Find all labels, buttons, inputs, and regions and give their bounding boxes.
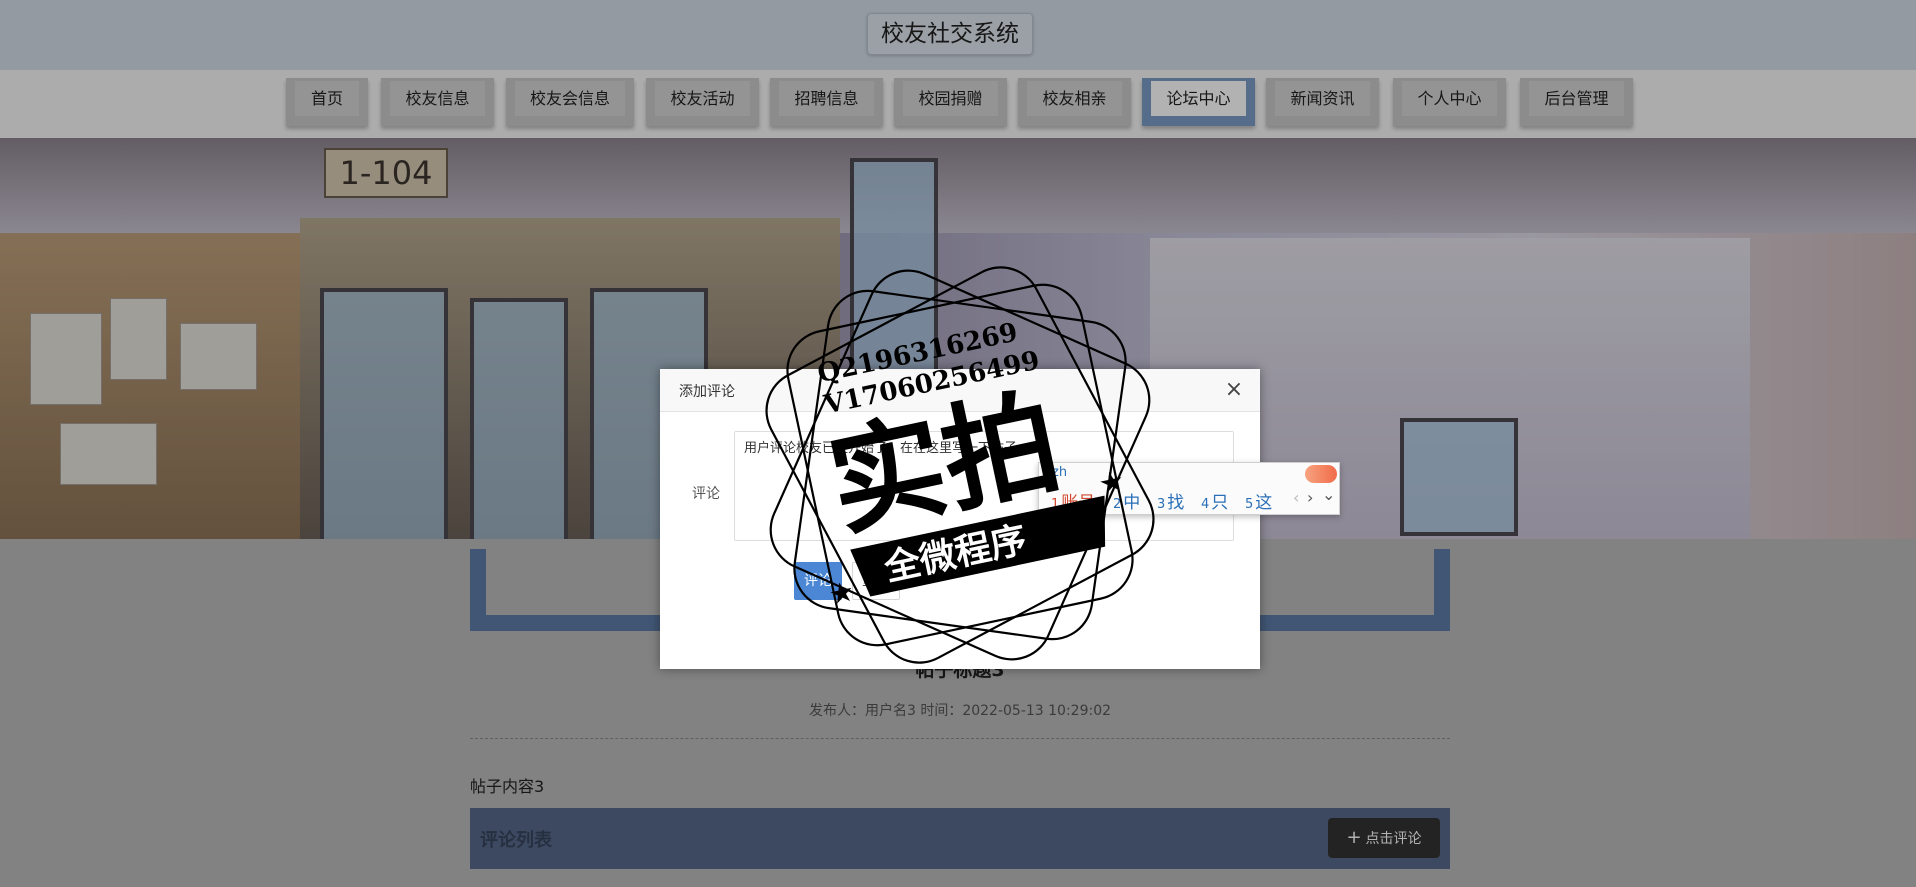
ime-candidate[interactable]: 5这: [1245, 488, 1272, 513]
next-page-icon[interactable]: ›: [1307, 488, 1313, 507]
prev-page-icon[interactable]: ‹: [1293, 488, 1299, 507]
close-icon[interactable]: ×: [1222, 378, 1246, 402]
expand-icon[interactable]: ⌄: [1322, 485, 1335, 504]
dialog-title: 添加评论: [679, 384, 735, 400]
svg-text:★: ★: [826, 574, 857, 611]
ime-logo-icon: [1305, 465, 1337, 483]
watermark-stamp: Q2196316269 V17060256499 实拍 全微程序 ★ ★: [765, 266, 1155, 664]
ime-candidate[interactable]: 4只: [1201, 488, 1228, 513]
comment-field-label: 评论: [692, 486, 720, 502]
